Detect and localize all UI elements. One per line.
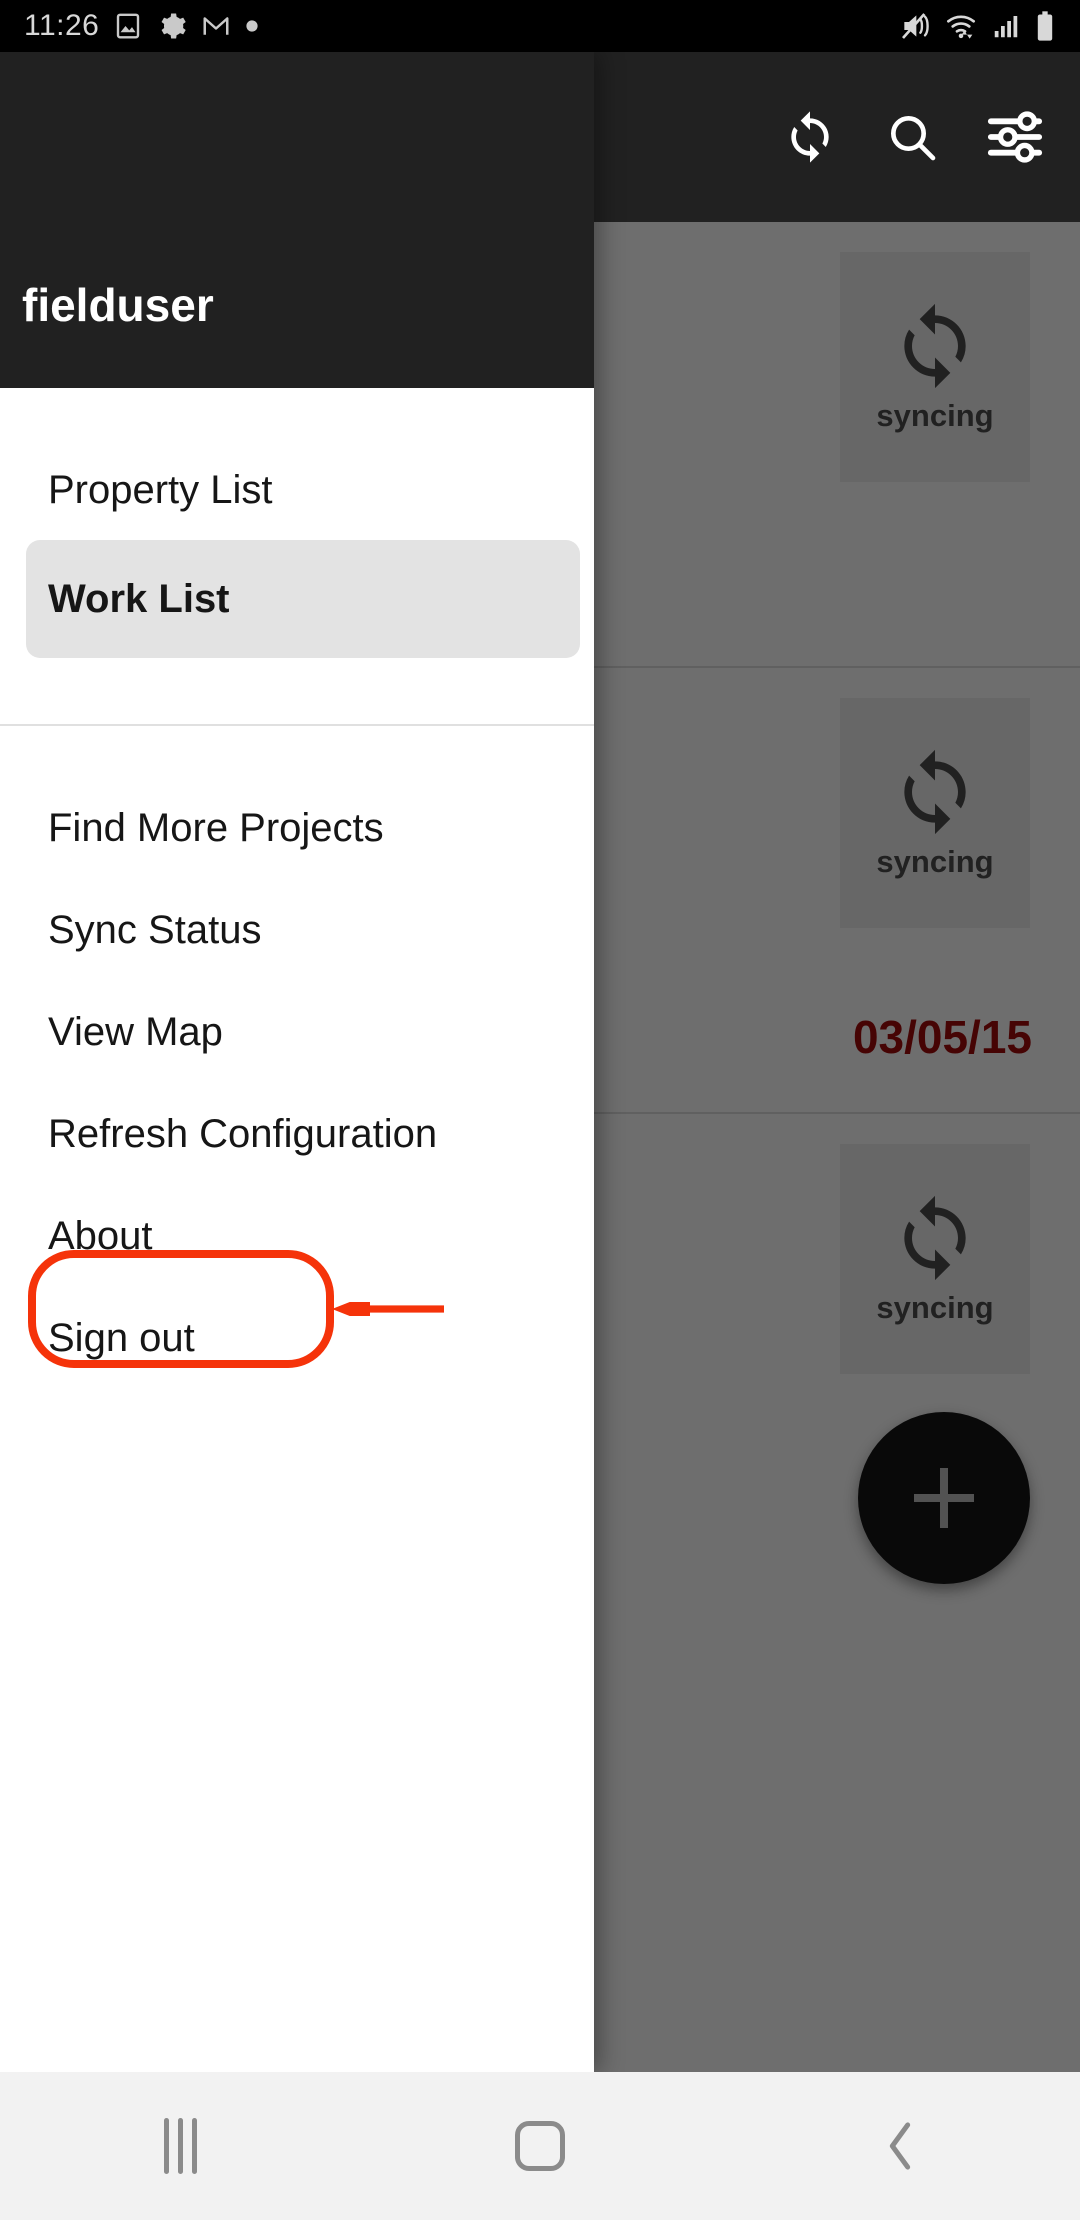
gmail-icon — [203, 17, 229, 35]
menu-item-sign-out[interactable]: Sign out — [0, 1288, 594, 1388]
menu-item-label: Property List — [48, 467, 273, 512]
status-bar-right — [899, 10, 1056, 42]
drawer-username: fielduser — [22, 279, 214, 331]
search-icon[interactable] — [884, 109, 940, 165]
dot-icon — [246, 20, 258, 32]
recents-icon — [163, 2118, 197, 2174]
home-icon — [515, 2121, 565, 2171]
phone-screen: syncing syncing 03/05/15 syncing — [0, 0, 1080, 2220]
wifi-icon — [947, 15, 975, 39]
back-button[interactable] — [825, 2072, 975, 2220]
menu-item-property-list[interactable]: Property List — [0, 440, 594, 540]
menu-item-label: Sync Status — [48, 907, 262, 952]
mute-vibrate-icon — [902, 13, 929, 39]
menu-item-work-list[interactable]: Work List — [26, 540, 580, 658]
menu-item-about[interactable]: About — [0, 1186, 594, 1286]
menu-item-sync-status[interactable]: Sync Status — [0, 880, 594, 980]
filter-sliders-icon[interactable] — [986, 108, 1044, 166]
menu-item-label: Sign out — [48, 1315, 195, 1360]
sync-icon[interactable] — [782, 109, 838, 165]
drawer-header: fielduser — [0, 52, 594, 388]
menu-item-label: Find More Projects — [48, 805, 384, 850]
status-bar-left: 11:26 — [24, 11, 259, 41]
app-bar-actions — [782, 108, 1044, 166]
image-icon — [117, 13, 140, 39]
recents-button[interactable] — [105, 2072, 255, 2220]
gear-icon — [161, 13, 187, 39]
menu-item-refresh-configuration[interactable]: Refresh Configuration — [0, 1084, 594, 1184]
drawer-menu: Property List Work List Find More Projec… — [0, 388, 594, 2072]
menu-item-find-more-projects[interactable]: Find More Projects — [0, 778, 594, 878]
status-clock: 11:26 — [24, 9, 100, 42]
menu-item-label: Refresh Configuration — [48, 1111, 438, 1156]
menu-item-label: View Map — [48, 1009, 223, 1054]
menu-item-label: About — [48, 1213, 153, 1258]
battery-icon — [1037, 11, 1053, 41]
navigation-drawer: fielduser Property List Work List Find M… — [0, 52, 594, 2072]
menu-divider — [0, 724, 594, 726]
cellular-signal-icon — [994, 16, 1018, 38]
home-button[interactable] — [465, 2072, 615, 2220]
menu-item-label: Work List — [48, 576, 230, 621]
status-bar: 11:26 — [0, 0, 1080, 52]
menu-item-view-map[interactable]: View Map — [0, 982, 594, 1082]
system-nav-bar — [0, 2072, 1080, 2220]
back-chevron-icon — [889, 2122, 911, 2170]
